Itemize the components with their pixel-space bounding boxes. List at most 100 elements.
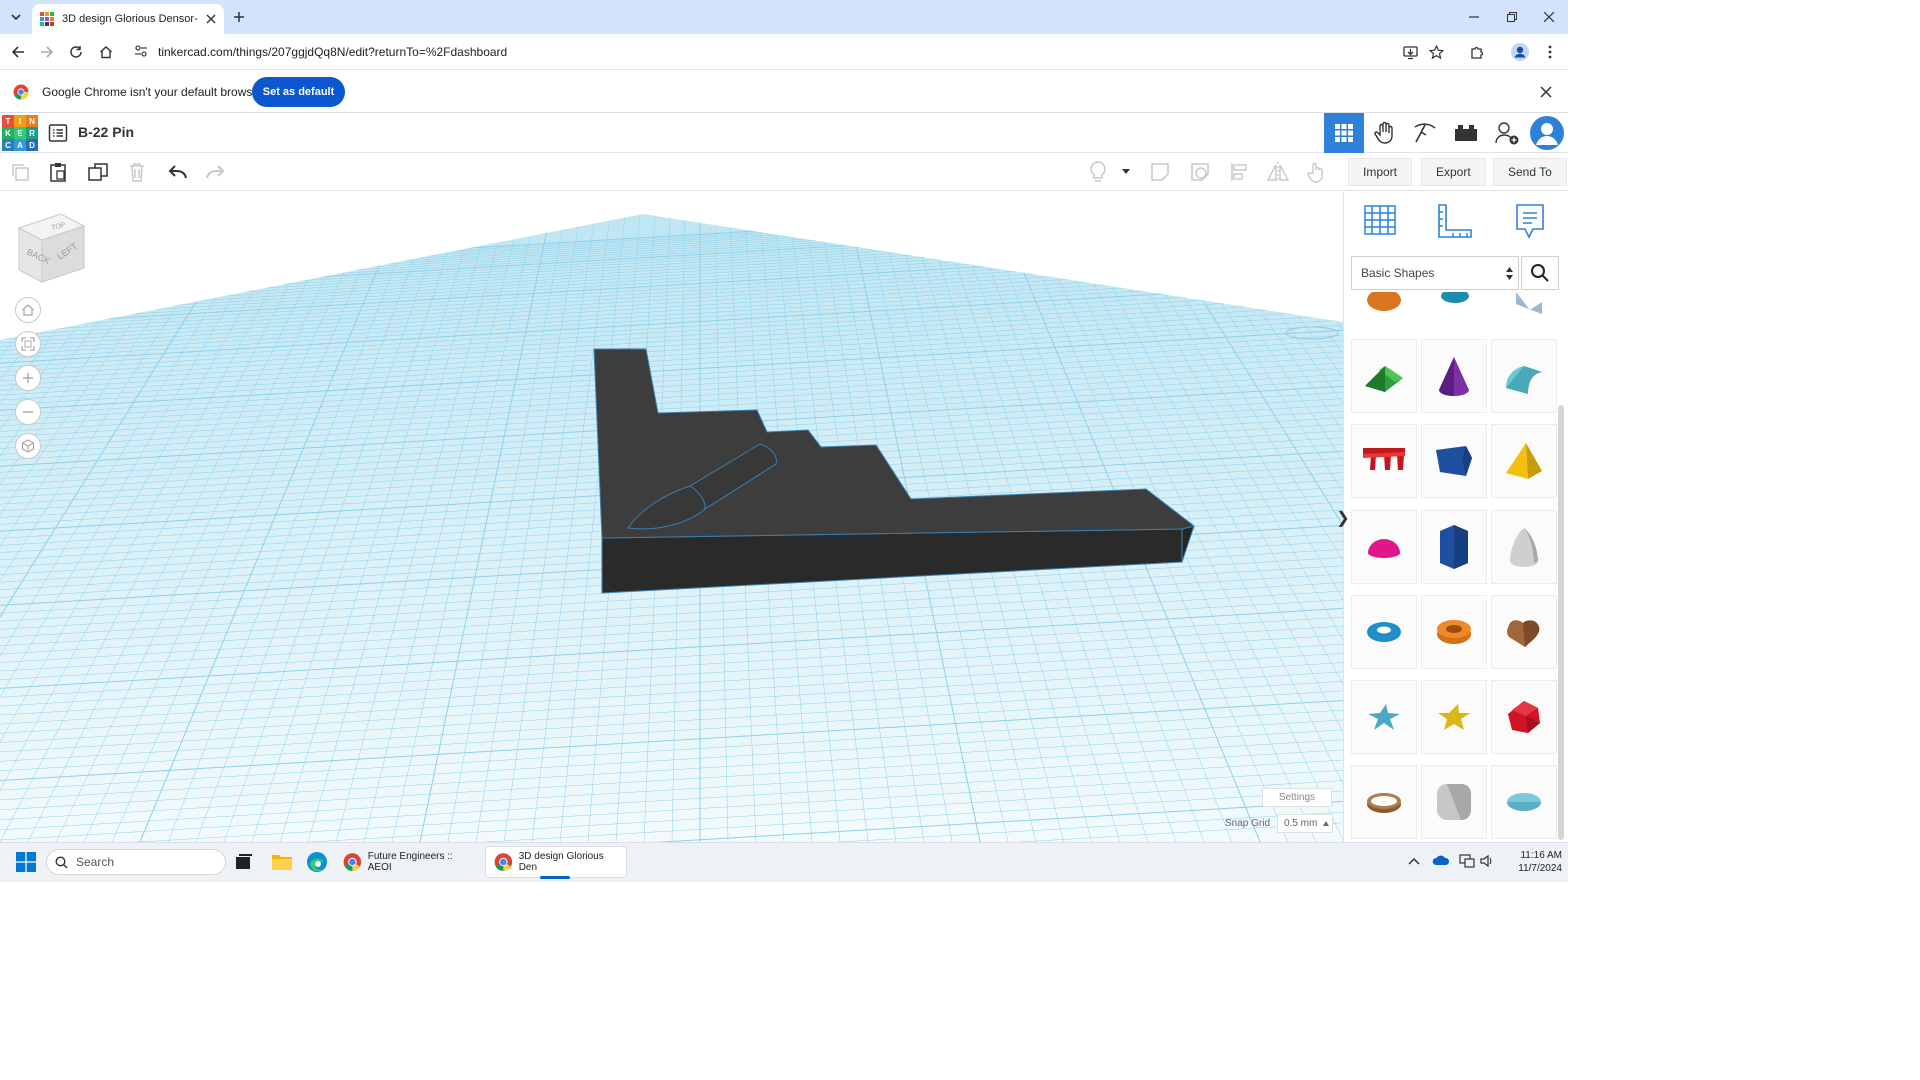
paste-button[interactable] — [44, 158, 72, 186]
shape-tile-cone[interactable] — [1421, 339, 1487, 413]
workplane-viewport[interactable] — [0, 192, 1343, 842]
3d-view-button[interactable] — [1324, 113, 1364, 153]
shape-tile-round-box[interactable] — [1421, 765, 1487, 839]
ruler-tool-button[interactable] — [1436, 202, 1474, 240]
reload-button[interactable] — [64, 40, 88, 64]
set-as-default-button[interactable]: Set as default — [252, 77, 345, 107]
home-view-button[interactable] — [15, 297, 41, 323]
duplicate-button[interactable] — [84, 158, 112, 186]
chevron-up-icon — [1408, 857, 1420, 865]
workplane-tool-button[interactable] — [1362, 202, 1398, 238]
snap-grid-select[interactable]: 0.5 mm — [1277, 814, 1333, 833]
shape-tile-star[interactable] — [1351, 680, 1417, 754]
tab-search-button[interactable] — [6, 7, 26, 27]
shape-tile-star-gold[interactable] — [1421, 680, 1487, 754]
shape-tile-tube[interactable] — [1421, 595, 1487, 669]
bookmark-button[interactable] — [1424, 40, 1448, 64]
system-tray[interactable] — [1459, 854, 1493, 870]
design-title[interactable]: B-22 Pin — [78, 124, 134, 140]
half-sphere-shape-icon — [1368, 539, 1400, 558]
notes-tool-button[interactable] — [1512, 202, 1548, 240]
taskbar-app-tinkercad[interactable]: 3D design Glorious Den — [485, 846, 627, 878]
icosahedron-shape-icon — [1508, 701, 1540, 733]
invite-user-button[interactable] — [1487, 113, 1527, 153]
bricks-button[interactable] — [1405, 113, 1445, 153]
panel-scrollbar[interactable] — [1558, 405, 1564, 840]
extensions-button[interactable] — [1465, 40, 1489, 64]
send-to-button[interactable]: Send To — [1493, 158, 1567, 186]
zoom-in-button[interactable] — [15, 365, 41, 391]
zoom-out-button[interactable] — [15, 399, 41, 425]
shape-tile-hexagonal-prism[interactable] — [1421, 510, 1487, 584]
copy-button[interactable] — [6, 158, 34, 186]
shape-search-button[interactable] — [1521, 256, 1559, 290]
design-list-button[interactable] — [48, 123, 68, 143]
shape-tile-half-cylinder[interactable] — [1491, 339, 1557, 413]
fit-view-button[interactable] — [15, 331, 41, 357]
collapse-panel-button[interactable]: ❯ — [1336, 506, 1350, 530]
profile-button[interactable] — [1508, 40, 1532, 64]
shape-partial-orange[interactable] — [1367, 292, 1401, 311]
shape-partial-grey[interactable] — [1516, 292, 1542, 314]
forward-button[interactable] — [35, 40, 59, 64]
shape-tile-torus[interactable] — [1351, 595, 1417, 669]
shape-tile-pyramid[interactable] — [1491, 424, 1557, 498]
undo-button[interactable] — [164, 158, 192, 186]
task-view-button[interactable] — [235, 853, 253, 871]
shape-category-select[interactable]: Basic Shapes — [1351, 256, 1519, 290]
shape-hole-button[interactable] — [1186, 158, 1214, 186]
projection-button[interactable] — [15, 433, 41, 459]
redo-button[interactable] — [201, 158, 229, 186]
onedrive-icon[interactable] — [1432, 854, 1450, 868]
mirror-button[interactable] — [1264, 158, 1292, 186]
view-cube[interactable]: TOP BACK LEFT — [16, 212, 86, 284]
taskbar-search[interactable]: Search — [46, 849, 226, 875]
user-avatar[interactable] — [1530, 116, 1564, 150]
workplane-canvas[interactable] — [0, 192, 1343, 842]
browser-tab[interactable]: 3D design Glorious Densor-Esb — [32, 4, 224, 34]
shape-tile-roof[interactable] — [1351, 339, 1417, 413]
close-tab-icon[interactable] — [206, 14, 216, 24]
shape-solid-button[interactable] — [1146, 158, 1174, 186]
shape-partial-blue[interactable] — [1441, 292, 1469, 303]
undo-icon — [168, 165, 187, 179]
back-button[interactable] — [6, 40, 30, 64]
cruise-button[interactable] — [1303, 158, 1331, 186]
blocks-button[interactable] — [1365, 113, 1405, 153]
home-button[interactable] — [94, 40, 118, 64]
new-tab-button[interactable] — [229, 7, 249, 27]
chrome-menu-button[interactable] — [1538, 40, 1562, 64]
edge-button[interactable] — [306, 851, 328, 873]
file-explorer-button[interactable] — [271, 852, 293, 872]
shape-tile-paraboloid[interactable] — [1491, 510, 1557, 584]
shape-tile-text[interactable] — [1351, 424, 1417, 498]
clock[interactable]: 11:16 AM 11/7/2024 — [1500, 849, 1562, 875]
close-window-button[interactable] — [1530, 0, 1568, 34]
address-bar[interactable]: tinkercad.com/things/207ggjdQq8N/edit?re… — [158, 40, 1058, 64]
shape-tile-half-sphere[interactable] — [1351, 510, 1417, 584]
logo-letter: R — [26, 127, 38, 139]
show-hidden-icons-button[interactable] — [1408, 856, 1420, 866]
install-app-button[interactable] — [1398, 40, 1422, 64]
minimize-button[interactable] — [1455, 0, 1493, 34]
shape-tile-heart[interactable] — [1491, 595, 1557, 669]
shape-tile-ellipsoid[interactable] — [1491, 765, 1557, 839]
shape-tile-icosahedron[interactable] — [1491, 680, 1557, 754]
tinkercad-logo[interactable]: T I N K E R C A D — [2, 115, 38, 151]
light-dropdown[interactable] — [1120, 168, 1132, 176]
circle-note-icon — [1191, 163, 1209, 181]
lego-button[interactable] — [1446, 113, 1486, 153]
light-button[interactable] — [1084, 158, 1112, 186]
taskbar-app-future-engineers[interactable]: Future Engineers :: AEOI — [335, 846, 480, 878]
start-button[interactable] — [16, 852, 36, 872]
shape-tile-ring[interactable] — [1351, 765, 1417, 839]
site-info-icon[interactable] — [134, 44, 148, 58]
import-button[interactable]: Import — [1348, 158, 1413, 186]
delete-button[interactable] — [123, 158, 151, 186]
export-button[interactable]: Export — [1421, 158, 1486, 186]
align-button[interactable] — [1226, 158, 1254, 186]
settings-button[interactable]: Settings — [1262, 788, 1332, 807]
shape-tile-polygon[interactable] — [1421, 424, 1487, 498]
close-infobar-button[interactable] — [1540, 86, 1552, 98]
restore-button[interactable] — [1493, 0, 1531, 34]
